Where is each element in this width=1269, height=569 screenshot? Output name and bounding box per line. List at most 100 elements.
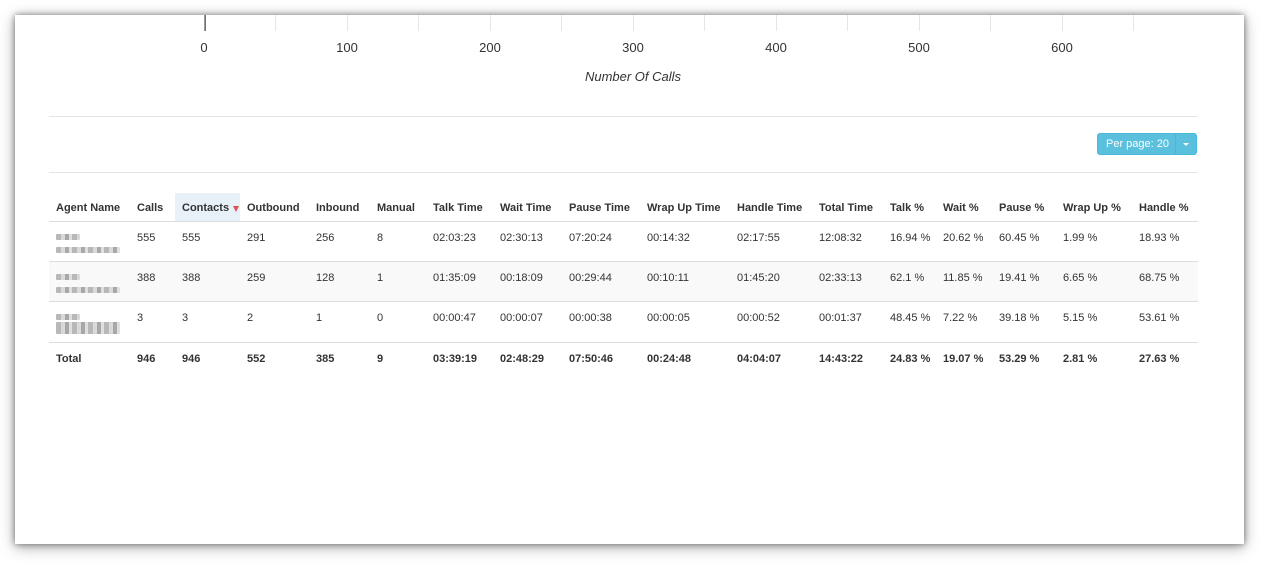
col-talk-time[interactable]: Talk Time	[426, 193, 493, 222]
divider	[49, 172, 1198, 173]
col-total-time[interactable]: Total Time	[812, 193, 883, 222]
column-label: Pause Time	[569, 202, 630, 214]
tick-label-100: 100	[336, 40, 358, 55]
col-pause-pct[interactable]: Pause %	[992, 193, 1056, 222]
col-wait-time[interactable]: Wait Time	[493, 193, 562, 222]
tick-line	[490, 15, 491, 31]
table-cell: 291	[240, 221, 309, 262]
col-wrap-up-pct[interactable]: Wrap Up %	[1056, 193, 1132, 222]
total-cell: 19.07 %	[943, 353, 984, 365]
tick-line	[561, 15, 562, 31]
total-cell: 946	[137, 353, 156, 365]
table-cell: 0	[370, 301, 426, 343]
agent-name-cell	[49, 301, 130, 343]
column-label: Inbound	[316, 202, 360, 214]
table-cell: 2	[240, 301, 309, 343]
table-cell: 5.15 %	[1056, 301, 1132, 343]
table-cell: 00:00:52	[730, 301, 812, 343]
caret-down-icon	[1183, 142, 1189, 146]
col-calls[interactable]: Calls	[130, 193, 175, 222]
x-axis: 0 100 200 300 400 500 600 Number Of Call…	[15, 15, 1244, 105]
col-pause-time[interactable]: Pause Time	[562, 193, 640, 222]
table-cell: 20.62 %	[936, 221, 992, 262]
col-wait-pct[interactable]: Wait %	[936, 193, 992, 222]
column-label: Manual	[377, 202, 415, 214]
total-cell: 946	[182, 353, 201, 365]
table-total-row: Total 946 946 552 385 9 03:39:19 02:48:2…	[49, 343, 1198, 376]
column-label: Total Time	[819, 202, 873, 214]
column-label: Wrap Up Time	[647, 202, 721, 214]
tick-line	[204, 15, 205, 31]
sort-desc-icon	[233, 206, 240, 212]
redacted-name	[56, 322, 120, 334]
tick-label-400: 400	[765, 40, 787, 55]
table-cell: 19.41 %	[992, 261, 1056, 302]
table-cell: 00:00:05	[640, 301, 730, 343]
col-agent-name[interactable]: Agent Name	[49, 193, 130, 222]
tick-line	[776, 15, 777, 31]
col-talk-pct[interactable]: Talk %	[883, 193, 936, 222]
col-wrap-up-time[interactable]: Wrap Up Time	[640, 193, 730, 222]
table-cell: 00:00:07	[493, 301, 562, 343]
table-cell: 02:33:13	[812, 261, 883, 302]
col-outbound[interactable]: Outbound	[240, 193, 309, 222]
total-cell: 04:04:07	[737, 353, 782, 365]
table-cell: 02:30:13	[493, 221, 562, 262]
column-label: Outbound	[247, 202, 300, 214]
total-cell: 00:24:48	[647, 353, 692, 365]
column-label: Wait Time	[500, 202, 552, 214]
table-cell: 128	[309, 261, 370, 302]
table-row: 555 555 291 256 8 02:03:23 02:30:13 07:2…	[49, 221, 1198, 262]
col-manual[interactable]: Manual	[370, 193, 426, 222]
table-row: 388 388 259 128 1 01:35:09 00:18:09 00:2…	[49, 261, 1198, 302]
table-cell: 00:00:47	[426, 301, 493, 343]
table-cell: 00:14:32	[640, 221, 730, 262]
total-cell: 03:39:19	[433, 353, 478, 365]
redacted-name	[56, 274, 80, 280]
table-cell: 3	[175, 301, 240, 343]
per-page-label[interactable]: Per page: 20	[1098, 134, 1175, 154]
table-cell: 53.61 %	[1132, 301, 1198, 343]
col-handle-time[interactable]: Handle Time	[730, 193, 812, 222]
table-cell: 3	[130, 301, 175, 343]
tick-line	[633, 15, 634, 31]
redacted-name	[56, 314, 80, 320]
table-cell: 388	[130, 261, 175, 302]
total-cell: 2.81 %	[1063, 353, 1098, 365]
tick-line	[704, 15, 705, 31]
table-cell: 01:45:20	[730, 261, 812, 302]
table-cell: 39.18 %	[992, 301, 1056, 343]
col-handle-pct[interactable]: Handle %	[1132, 193, 1198, 222]
per-page-toggle[interactable]	[1175, 134, 1196, 154]
redacted-name	[56, 247, 120, 253]
table-cell: 555	[130, 221, 175, 262]
col-inbound[interactable]: Inbound	[309, 193, 370, 222]
tick-line	[418, 15, 419, 31]
table-cell: 00:00:38	[562, 301, 640, 343]
agent-name-cell	[49, 221, 130, 262]
table-cell: 01:35:09	[426, 261, 493, 302]
column-label: Calls	[137, 202, 164, 214]
divider	[49, 116, 1198, 117]
table-cell: 6.65 %	[1056, 261, 1132, 302]
agent-report-table: Agent Name Calls Contacts Outbound Inbou…	[49, 193, 1198, 375]
column-label: Handle Time	[737, 202, 803, 214]
table-cell: 259	[240, 261, 309, 302]
tick-label-500: 500	[908, 40, 930, 55]
total-cell: 14:43:22	[819, 353, 864, 365]
table-cell: 07:20:24	[562, 221, 640, 262]
table-cell: 02:03:23	[426, 221, 493, 262]
table-cell: 60.45 %	[992, 221, 1056, 262]
total-label: Total	[56, 353, 82, 365]
col-contacts[interactable]: Contacts	[175, 193, 240, 222]
table-cell: 11.85 %	[936, 261, 992, 302]
table-cell: 62.1 %	[883, 261, 936, 302]
tick-label-200: 200	[479, 40, 501, 55]
column-label: Agent Name	[56, 202, 121, 214]
table-cell: 1	[309, 301, 370, 343]
total-cell: 9	[377, 353, 384, 365]
per-page-dropdown[interactable]: Per page: 20	[1097, 133, 1197, 155]
table-cell: 68.75 %	[1132, 261, 1198, 302]
tick-line	[347, 15, 348, 31]
table-cell: 1	[370, 261, 426, 302]
